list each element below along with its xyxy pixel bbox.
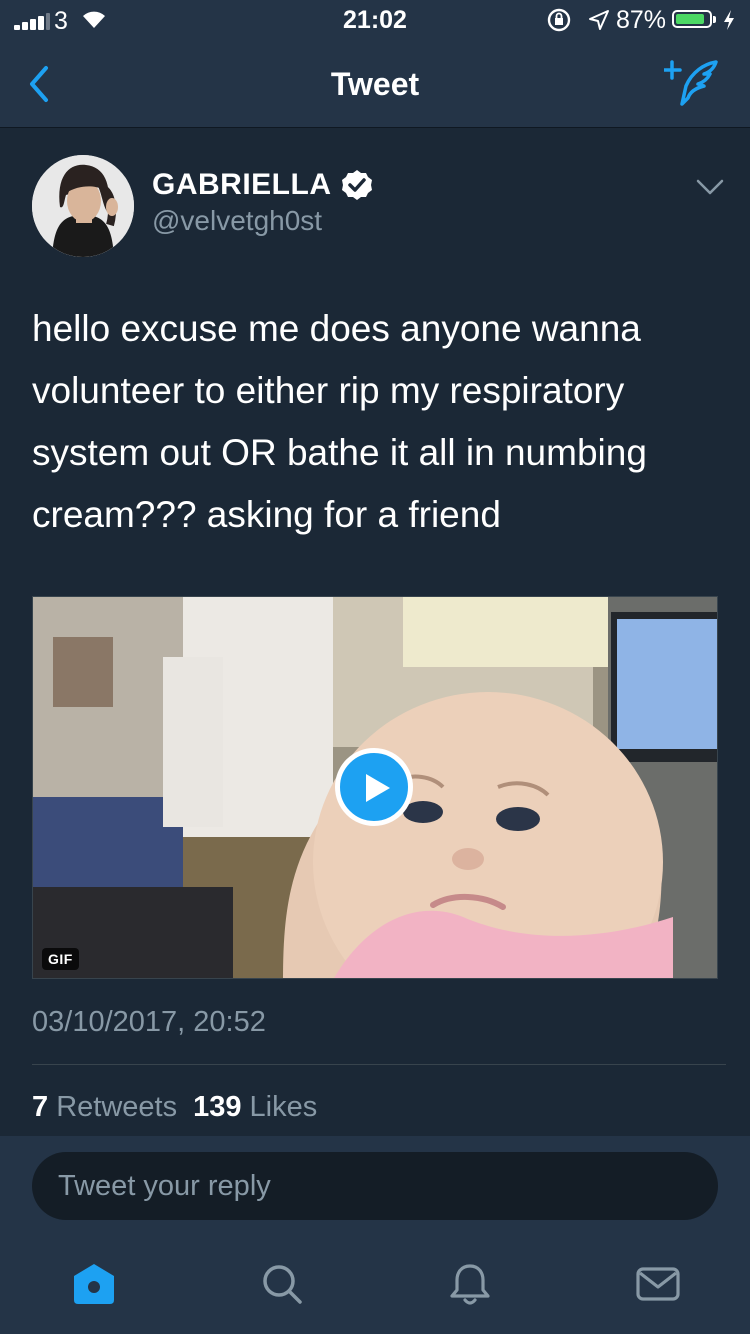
bell-icon: [450, 1264, 490, 1305]
play-button[interactable]: [335, 748, 413, 826]
avatar[interactable]: [32, 155, 134, 257]
author-row: GABRIELLA: [152, 168, 374, 202]
location-arrow-icon: [588, 9, 610, 38]
tweet-media-gif[interactable]: GIF: [32, 596, 718, 979]
compose-tweet-icon: [662, 60, 718, 106]
top-bar-divider: [0, 127, 750, 128]
bottom-bar: Tweet your reply: [0, 1136, 750, 1334]
user-handle[interactable]: @velvetgh0st: [152, 205, 322, 237]
tab-search[interactable]: [258, 1260, 306, 1308]
likes-stat[interactable]: 139 Likes: [193, 1091, 317, 1123]
reply-input[interactable]: Tweet your reply: [32, 1152, 718, 1220]
tab-messages[interactable]: [634, 1260, 682, 1308]
gif-badge: GIF: [42, 948, 79, 970]
envelope-icon: [636, 1267, 680, 1301]
chevron-down-icon: [696, 179, 724, 195]
verified-badge-icon: [341, 170, 372, 200]
battery-level-fill: [676, 14, 704, 24]
retweets-stat[interactable]: 7 Retweets: [32, 1091, 177, 1123]
tab-notifications[interactable]: [446, 1260, 494, 1308]
battery-nub: [713, 16, 716, 23]
search-icon: [263, 1265, 302, 1304]
tweet-text: hello excuse me does anyone wanna volunt…: [32, 308, 647, 535]
play-icon: [366, 774, 390, 802]
compose-tweet-button[interactable]: [662, 58, 724, 112]
retweets-count: 7: [32, 1091, 49, 1123]
chevron-left-icon: [30, 66, 48, 102]
home-icon: [74, 1264, 114, 1304]
status-bar: 3 21:02 87%: [0, 0, 750, 42]
top-bar: 3 21:02 87% Tweet: [0, 0, 750, 128]
tweet-options-button[interactable]: [694, 176, 726, 198]
page-title: Tweet: [330, 66, 420, 102]
battery-percent: 87%: [616, 6, 667, 34]
retweets-label: Retweets: [56, 1091, 178, 1123]
charging-bolt-icon: [722, 9, 736, 38]
display-name[interactable]: GABRIELLA: [152, 168, 332, 202]
battery-icon: [672, 10, 712, 28]
orientation-lock-icon: [546, 7, 572, 40]
likes-label: Likes: [249, 1091, 318, 1123]
tweet-stats: 7 Retweets 139 Likes: [32, 1091, 317, 1124]
tab-home[interactable]: [70, 1260, 118, 1308]
stats-divider: [32, 1064, 726, 1065]
tweet-timestamp: 03/10/2017, 20:52: [32, 1006, 266, 1038]
likes-count: 139: [193, 1091, 242, 1123]
back-button[interactable]: [22, 64, 62, 104]
